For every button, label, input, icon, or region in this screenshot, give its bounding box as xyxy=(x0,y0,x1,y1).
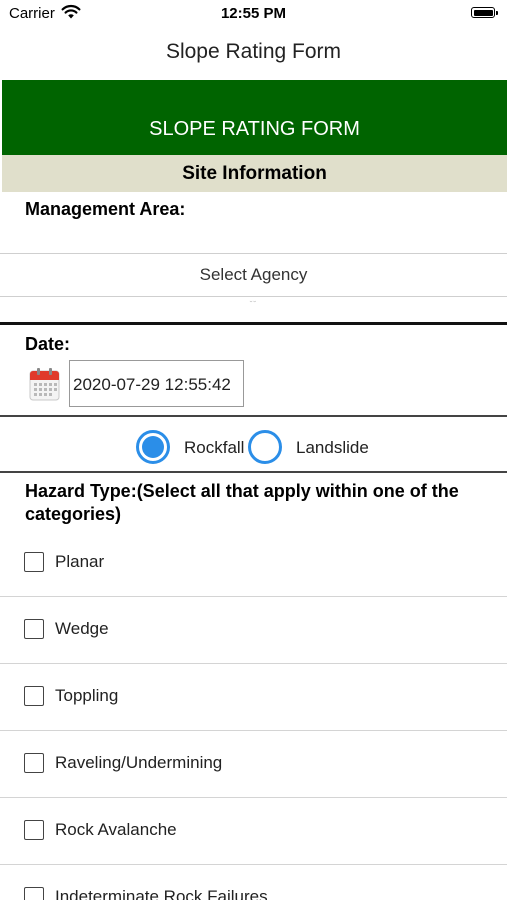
checkbox-indeterminate-rock-failures[interactable] xyxy=(24,887,44,900)
checkbox-label: Indeterminate Rock Failures xyxy=(55,887,268,900)
divider xyxy=(0,596,507,597)
list-item[interactable]: Toppling xyxy=(0,686,507,753)
list-item[interactable]: Raveling/Undermining xyxy=(0,753,507,820)
banner-title: SLOPE RATING FORM xyxy=(149,118,360,140)
checkbox-label: Raveling/Undermining xyxy=(55,753,223,772)
list-item[interactable]: Rock Avalanche xyxy=(0,820,507,887)
checkbox-label: Rock Avalanche xyxy=(55,820,177,839)
section-site-information: Site Information xyxy=(2,155,507,192)
nav-title: Slope Rating Form xyxy=(165,40,342,63)
checkbox-toppling[interactable] xyxy=(24,686,44,706)
radio-landslide[interactable] xyxy=(248,430,282,464)
agency-picker[interactable]: Select Agency xyxy=(0,265,507,285)
radio-rockfall-label: Rockfall xyxy=(184,438,245,457)
date-label: Date: xyxy=(25,334,71,354)
list-item[interactable]: Indeterminate Rock Failures xyxy=(0,887,507,900)
checkbox-label: Toppling xyxy=(55,686,119,705)
divider xyxy=(0,471,507,473)
checkbox-planar[interactable] xyxy=(24,552,44,572)
divider xyxy=(0,797,507,798)
hazard-type-heading: Hazard Type:(Select all that apply withi… xyxy=(25,481,459,524)
list-item[interactable]: Planar xyxy=(0,552,507,619)
checkbox-rock-avalanche[interactable] xyxy=(24,820,44,840)
divider xyxy=(0,253,507,254)
checkbox-wedge[interactable] xyxy=(24,619,44,639)
form-banner: SLOPE RATING FORM xyxy=(2,80,507,155)
divider xyxy=(0,730,507,731)
checkbox-raveling-undermining[interactable] xyxy=(24,753,44,773)
management-area-label: Management Area: xyxy=(25,199,186,219)
status-bar: Carrier 12:55 PM xyxy=(0,0,507,28)
divider xyxy=(0,864,507,865)
calendar-icon[interactable] xyxy=(29,367,60,401)
radio-rockfall[interactable] xyxy=(136,430,170,464)
picker-scroll-indicator: ˘˘ xyxy=(249,300,258,309)
radio-landslide-label: Landslide xyxy=(296,438,369,457)
section-divider xyxy=(0,322,507,325)
list-item[interactable]: Wedge xyxy=(0,619,507,686)
divider xyxy=(0,296,507,297)
checkbox-label: Planar xyxy=(55,552,105,571)
battery-icon xyxy=(471,7,498,18)
divider xyxy=(0,415,507,417)
date-field[interactable]: 2020-07-29 12:55:42 xyxy=(69,360,244,407)
checkbox-label: Wedge xyxy=(55,619,109,638)
divider xyxy=(0,663,507,664)
clock: 12:55 PM xyxy=(220,5,287,22)
